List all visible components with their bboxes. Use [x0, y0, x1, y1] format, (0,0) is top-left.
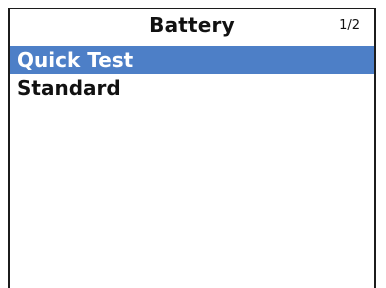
menu-item-standard[interactable]: Standard: [10, 74, 374, 102]
page-indicator: 1/2: [339, 18, 360, 33]
page-title: Battery: [149, 13, 235, 37]
header-bar: Battery 1/2: [10, 9, 374, 46]
menu-item-quick-test[interactable]: Quick Test: [10, 46, 374, 74]
menu-list: Quick Test Standard: [10, 46, 374, 102]
menu-item-label: Standard: [17, 76, 121, 100]
device-screen: Battery 1/2 Quick Test Standard: [8, 8, 376, 288]
menu-item-label: Quick Test: [17, 48, 134, 72]
